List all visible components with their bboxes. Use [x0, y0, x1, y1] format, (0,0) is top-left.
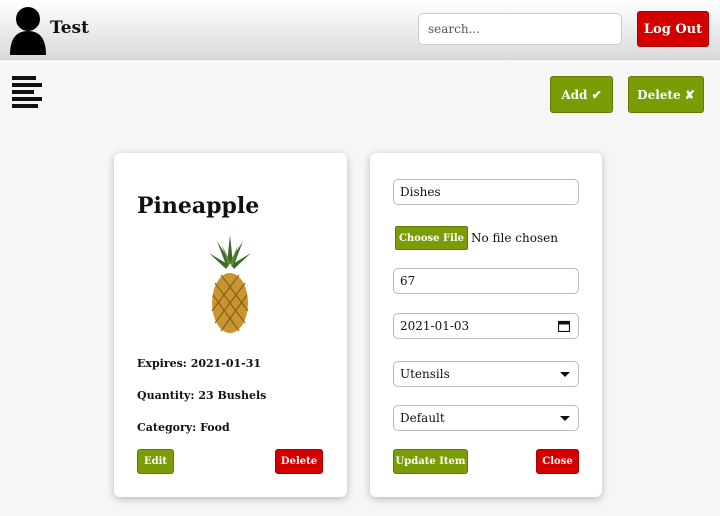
name-input[interactable]: Dishes — [393, 179, 579, 205]
user-avatar-icon — [10, 7, 46, 55]
name-input-value: Dishes — [400, 185, 441, 199]
app-title: Test — [50, 18, 89, 38]
date-input-value: 2021-01-03 — [400, 319, 470, 333]
add-button[interactable]: Add ✔ — [550, 76, 613, 113]
file-input[interactable]: Choose File No file chosen — [395, 226, 558, 250]
logout-button[interactable]: Log Out — [637, 11, 709, 47]
delete-item-button[interactable]: Delete — [275, 449, 323, 474]
calendar-icon[interactable] — [558, 320, 570, 332]
update-item-button[interactable]: Update Item — [393, 449, 468, 474]
choose-file-button[interactable]: Choose File — [395, 226, 468, 250]
dropdown-arrow-icon — [560, 416, 570, 421]
unit-select-value: Default — [400, 411, 445, 425]
item-name: Pineapple — [137, 193, 260, 219]
quantity-input-value: 67 — [400, 274, 416, 288]
search-input[interactable] — [418, 13, 622, 45]
expires-label: Expires: 2021-01-31 — [137, 357, 262, 370]
top-bar: Test Log Out — [0, 0, 720, 60]
hamburger-menu-icon[interactable] — [12, 76, 42, 108]
category-label: Category: Food — [137, 421, 230, 434]
file-status-text: No file chosen — [471, 231, 558, 245]
category-select[interactable]: Utensils — [393, 361, 579, 387]
dropdown-arrow-icon — [560, 372, 570, 377]
pineapple-image — [193, 231, 267, 341]
unit-select[interactable]: Default — [393, 405, 579, 431]
delete-mode-button[interactable]: Delete ✘ — [628, 76, 704, 113]
quantity-input[interactable]: 67 — [393, 268, 579, 294]
edit-button[interactable]: Edit — [137, 449, 174, 474]
category-select-value: Utensils — [400, 367, 450, 381]
quantity-label: Quantity: 23 Bushels — [137, 389, 267, 402]
close-button[interactable]: Close — [536, 449, 579, 474]
edit-form-card: Dishes Choose File No file chosen 67 202… — [370, 153, 602, 497]
date-input[interactable]: 2021-01-03 — [393, 313, 579, 339]
item-card: Pineapple Expires: 2021-01-31 Quantity: … — [114, 153, 347, 497]
